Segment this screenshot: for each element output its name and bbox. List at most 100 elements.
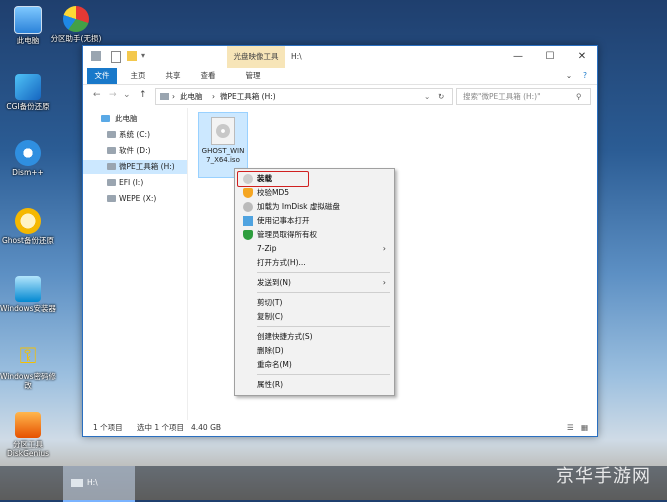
title-bar: ▾ 光盘映像工具 H:\ — ☐ ✕ [83, 46, 597, 68]
desktop-icon-windows-installer[interactable]: Windows安装器 [0, 276, 56, 313]
nav-item-drive-x[interactable]: WEPE (X:) [83, 192, 187, 206]
status-item-count: 1 个项目 [93, 423, 123, 432]
tab-share[interactable]: 共享 [158, 68, 188, 84]
window-title: H:\ [291, 52, 302, 61]
quick-access-folder-icon[interactable] [127, 51, 137, 61]
menu-item-verify-md5[interactable]: 校验MD5 [237, 186, 392, 200]
details-view-icon[interactable]: ☰ [567, 420, 574, 436]
watermark: 京华手游网 [556, 466, 651, 487]
status-size: 4.40 GB [191, 423, 222, 432]
ribbon-tabs: 文件 主页 共享 查看 管理 ⌄ ? [83, 68, 597, 85]
menu-item-create-shortcut[interactable]: 创建快捷方式(S) [237, 330, 392, 344]
desktop-icon-label: Ghost备份还原 [1, 236, 54, 245]
minimize-button[interactable]: — [503, 46, 533, 68]
menu-item-delete[interactable]: 删除(D) [237, 344, 392, 358]
desktop-icon-diskgenius[interactable]: 分区工具DiskGenius [0, 412, 56, 458]
desktop-icon-cgi[interactable]: CGI备份还原 [0, 74, 56, 111]
disc-icon [243, 202, 253, 212]
nav-item-drive-d[interactable]: 软件 (D:) [83, 144, 187, 158]
desktop-icon-label: Windows安装器 [0, 304, 56, 313]
recent-dropdown-icon[interactable]: ⌄ [123, 90, 131, 100]
address-dropdown-icon[interactable]: ⌄ [424, 89, 430, 104]
desktop-icon-partition-assistant[interactable]: 分区助手(无损) [48, 6, 104, 43]
quick-access-dropdown-icon[interactable]: ▾ [141, 51, 151, 61]
drive-icon [107, 147, 116, 154]
menu-item-notepad[interactable]: 使用记事本打开 [237, 214, 392, 228]
menu-separator [257, 326, 390, 327]
desktop-icon-password[interactable]: ⚿ Windows密码修改 [0, 344, 56, 390]
taskbar-window-button[interactable]: H:\ [63, 466, 135, 502]
address-drive-icon [160, 93, 169, 100]
computer-icon [14, 6, 42, 34]
menu-item-7zip[interactable]: 7-Zip › [237, 242, 392, 256]
drive-icon [71, 479, 83, 487]
address-bar[interactable]: › 此电脑 › 微PE工具箱 (H:) ⌄ ↻ [155, 88, 453, 105]
menu-item-open-with[interactable]: 打开方式(H)... [237, 256, 392, 270]
breadcrumb-this-pc[interactable]: 此电脑 [180, 89, 203, 104]
nav-item-label: 软件 (D:) [119, 146, 151, 155]
menu-item-properties[interactable]: 属性(R) [237, 378, 392, 392]
menu-item-rename[interactable]: 重命名(M) [237, 358, 392, 372]
refresh-icon[interactable]: ↻ [438, 89, 444, 104]
context-tab-disc-image-tools[interactable]: 光盘映像工具 [227, 46, 285, 68]
status-selected: 选中 1 个项目 [137, 423, 185, 432]
tab-home[interactable]: 主页 [123, 68, 153, 84]
search-icon[interactable]: ⚲ [576, 89, 582, 104]
nav-item-label: 此电脑 [115, 114, 138, 123]
ghost-icon [15, 208, 41, 234]
dism-gear-icon [15, 140, 41, 166]
desktop-icon-label: 分区工具DiskGenius [6, 440, 50, 458]
iso-file-icon [211, 117, 235, 145]
disc-icon [216, 124, 230, 138]
navigation-pane: 此电脑 系统 (C:) 软件 (D:) 微PE工具箱 (H:) EFI (I:)… [83, 108, 188, 420]
nav-item-label: WEPE (X:) [119, 194, 157, 203]
large-icons-view-icon[interactable]: ▦ [581, 420, 588, 436]
menu-item-imdisk[interactable]: 加载为 ImDisk 虚拟磁盘 [237, 200, 392, 214]
back-button[interactable]: ← [93, 90, 101, 100]
help-icon[interactable]: ? [579, 68, 591, 84]
nav-item-drive-h[interactable]: 微PE工具箱 (H:) [83, 160, 187, 174]
ribbon-expand-icon[interactable]: ⌄ [563, 68, 575, 84]
tab-view[interactable]: 查看 [193, 68, 223, 84]
desktop-icon-ghost[interactable]: Ghost备份还原 [0, 208, 56, 245]
tab-manage[interactable]: 管理 [238, 68, 268, 84]
desktop-icon-label: Windows密码修改 [0, 372, 56, 390]
up-button[interactable]: ↑ [139, 90, 147, 100]
drive-icon [107, 131, 116, 138]
breadcrumb-separator-icon: › [212, 92, 215, 101]
partition-assistant-icon [63, 6, 89, 32]
desktop-icon-label: 分区助手(无损) [50, 34, 102, 43]
file-name: GHOST_WIN7_X64.iso [201, 147, 245, 164]
key-icon: ⚿ [19, 344, 37, 369]
menu-item-copy[interactable]: 复制(C) [237, 310, 392, 324]
submenu-arrow-icon: › [382, 278, 386, 287]
cgi-backup-icon [15, 74, 41, 100]
search-input[interactable]: 搜索"微PE工具箱 (H:)" [463, 89, 541, 104]
computer-icon [101, 115, 110, 122]
tab-file[interactable]: 文件 [87, 68, 117, 84]
menu-item-send-to[interactable]: 发送到(N) › [237, 276, 392, 290]
nav-item-drive-i[interactable]: EFI (I:) [83, 176, 187, 190]
nav-item-drive-c[interactable]: 系统 (C:) [83, 128, 187, 142]
quick-access-properties-icon[interactable] [111, 51, 121, 63]
close-button[interactable]: ✕ [567, 46, 597, 68]
desktop-icon-dism[interactable]: Dism++ [0, 140, 56, 177]
maximize-button[interactable]: ☐ [535, 46, 565, 68]
breadcrumb-separator-icon: › [172, 92, 175, 101]
forward-button[interactable]: → [109, 90, 117, 100]
window-app-icon [91, 51, 101, 61]
status-bar: 1 个项目 选中 1 个项目 4.40 GB ☰ ▦ [83, 420, 597, 436]
nav-item-label: EFI (I:) [119, 178, 144, 187]
menu-item-cut[interactable]: 剪切(T) [237, 296, 392, 310]
menu-item-take-ownership[interactable]: 管理员取得所有权 [237, 228, 392, 242]
breadcrumb-drive[interactable]: 微PE工具箱 (H:) [220, 89, 276, 104]
submenu-arrow-icon: › [382, 244, 386, 253]
nav-item-label: 微PE工具箱 (H:) [119, 162, 175, 171]
search-box[interactable]: 搜索"微PE工具箱 (H:)" ⚲ [456, 88, 591, 105]
drive-icon [107, 179, 116, 186]
address-row: ← → ⌄ ↑ › 此电脑 › 微PE工具箱 (H:) ⌄ ↻ 搜索"微PE工具… [83, 85, 597, 107]
notepad-icon [243, 216, 253, 226]
start-button[interactable] [0, 466, 38, 500]
menu-separator [257, 272, 390, 273]
nav-item-this-pc[interactable]: 此电脑 [83, 112, 187, 126]
